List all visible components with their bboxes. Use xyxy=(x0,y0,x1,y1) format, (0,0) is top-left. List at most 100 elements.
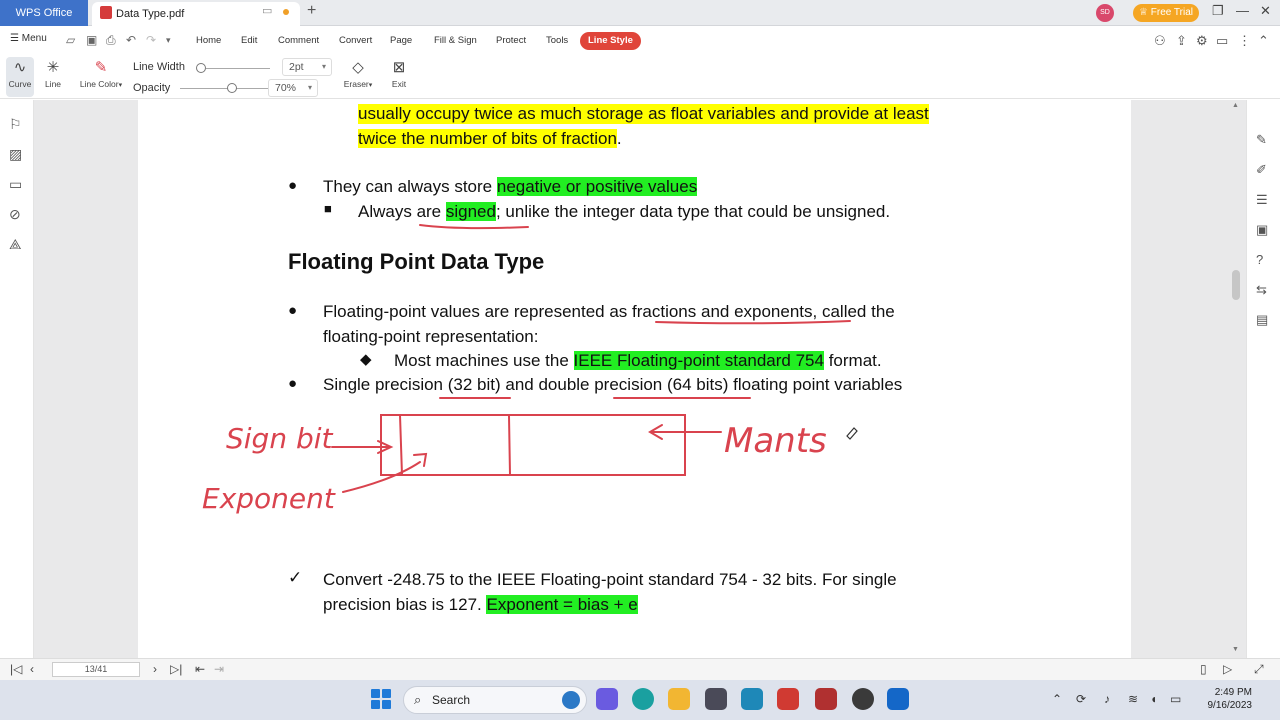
menu-fill-sign[interactable]: Fill & Sign xyxy=(434,35,477,46)
close-icon[interactable]: ✕ xyxy=(1260,3,1271,19)
obs-studio-icon[interactable] xyxy=(852,688,874,710)
edit-icon[interactable]: ✎ xyxy=(1256,132,1267,148)
line-color-tool[interactable]: ✎ Line Color▾ xyxy=(74,57,128,97)
mantissa-handwriting: Mants xyxy=(724,421,827,461)
back-view-icon[interactable]: ⇤ xyxy=(195,662,205,676)
collapse-ribbon-icon[interactable]: ⌃ xyxy=(1258,33,1269,49)
minimize-icon[interactable]: — xyxy=(1236,3,1249,18)
scroll-up-icon[interactable]: ▲ xyxy=(1232,102,1239,109)
wps-writer-icon[interactable] xyxy=(777,688,799,710)
restore-tile-icon[interactable]: ❐ xyxy=(1212,3,1224,19)
eraser-tool[interactable]: ◇ Eraser▾ xyxy=(340,57,376,97)
comment-icon[interactable]: ▭ xyxy=(1216,33,1228,49)
bing-icon[interactable] xyxy=(562,691,580,709)
curve-tool[interactable]: ∿ Curve xyxy=(6,57,34,97)
settings-icon[interactable]: ⚙ xyxy=(1196,33,1208,49)
search-icon: ⌕ xyxy=(414,692,422,707)
undo-icon[interactable]: ↶ xyxy=(126,33,136,47)
exit-label: Exit xyxy=(391,79,407,89)
crop-icon[interactable]: ▣ xyxy=(1256,222,1268,238)
battery-icon[interactable]: ▭ xyxy=(1170,692,1181,706)
line-style-toolbar: ∿ Curve ✳ Line ✎ Line Color▾ Line Width … xyxy=(0,55,1280,99)
fullscreen-icon[interactable]: ⤢ xyxy=(1254,662,1264,677)
account-icon[interactable]: ⚇ xyxy=(1154,33,1166,49)
sync-icon[interactable]: ⟳ xyxy=(1076,692,1086,706)
first-page-icon[interactable]: |◁ xyxy=(10,662,22,676)
opacity-slider-knob[interactable] xyxy=(227,83,237,93)
new-tab-button[interactable]: + xyxy=(307,2,316,20)
pdf-file-icon xyxy=(100,6,112,19)
play-icon[interactable]: ▷ xyxy=(1223,662,1232,676)
menu-home[interactable]: Home xyxy=(196,35,221,46)
print-icon[interactable]: ⎙ xyxy=(106,33,116,48)
taskbar-search[interactable]: ⌕ Search xyxy=(403,686,587,714)
opacity-slider[interactable] xyxy=(180,88,270,89)
previous-page-icon[interactable]: ‹ xyxy=(30,662,34,676)
microsoft-store-icon[interactable] xyxy=(705,688,727,710)
wifi-icon[interactable]: ≋ xyxy=(1128,692,1138,706)
quick-access-dropdown-icon[interactable]: ▾ xyxy=(166,35,171,46)
next-page-icon[interactable]: › xyxy=(153,662,157,676)
sign-bit-handwriting: Sign bit xyxy=(226,422,334,455)
scroll-down-icon[interactable]: ▼ xyxy=(1232,646,1239,653)
last-page-icon[interactable]: ▷| xyxy=(170,662,182,676)
more-icon[interactable]: ⋮ xyxy=(1238,33,1251,49)
attachment-icon[interactable]: ⊘ xyxy=(9,206,21,223)
tab-wps-office[interactable]: WPS Office xyxy=(0,0,88,26)
reading-mode-icon[interactable]: ▯ xyxy=(1200,662,1207,676)
scrollbar-thumb[interactable] xyxy=(1232,270,1240,300)
forward-view-icon[interactable]: ⇥ xyxy=(214,662,224,676)
compress-icon[interactable]: ⇆ xyxy=(1256,282,1267,298)
menu-protect[interactable]: Protect xyxy=(496,35,526,46)
free-trial-button[interactable]: ♕ Free Trial xyxy=(1133,4,1199,22)
open-folder-icon[interactable]: ▱ xyxy=(66,33,75,47)
pdf-page: usually occupy twice as much storage as … xyxy=(138,100,1131,658)
wps-office-icon[interactable] xyxy=(815,688,837,710)
clock-time: 2:49 PM xyxy=(1214,687,1252,698)
exponent-divider xyxy=(508,415,511,476)
line-width-select[interactable]: 2pt ▾ xyxy=(282,58,332,76)
chevron-down-icon: ▾ xyxy=(321,62,326,71)
page-number-field[interactable]: 13/41 xyxy=(52,662,140,677)
menu-line-style[interactable]: Line Style xyxy=(580,32,641,50)
menu-tools[interactable]: Tools xyxy=(546,35,568,46)
menu-edit[interactable]: Edit xyxy=(241,35,257,46)
redo-icon[interactable]: ↷ xyxy=(146,33,156,47)
volume-icon[interactable]: ◖ xyxy=(1150,692,1157,706)
line-color-dropdown-icon: ▾ xyxy=(118,82,123,89)
edge-browser-icon[interactable] xyxy=(632,688,654,710)
windows-taskbar: ⌕ Search ⌃ ⟳ ♪ ≋ ◖ ▭ 2:49 PM 9/16/2023 xyxy=(0,680,1280,720)
save-icon[interactable]: ▣ xyxy=(86,33,97,47)
menu-page[interactable]: Page xyxy=(390,35,412,46)
line-color-label: Line Color xyxy=(79,79,119,89)
main-menu-button[interactable]: ☰ Menu xyxy=(10,33,47,44)
opacity-select[interactable]: 70% ▾ xyxy=(268,79,318,97)
avatar[interactable]: SD xyxy=(1096,4,1114,22)
windows-start-icon[interactable] xyxy=(371,689,391,709)
underline-signed xyxy=(419,224,529,230)
line-width-slider[interactable] xyxy=(206,68,270,69)
exit-tool[interactable]: ⊠ Exit xyxy=(386,57,412,97)
outlook-icon[interactable] xyxy=(887,688,909,710)
annotation-icon[interactable]: ▭ xyxy=(9,176,22,193)
signature-icon[interactable]: ⟁ xyxy=(9,236,22,253)
line-width-slider-knob[interactable] xyxy=(196,63,206,73)
help-icon[interactable]: ? xyxy=(1256,252,1263,267)
share-icon[interactable]: ⇪ xyxy=(1176,33,1187,49)
file-explorer-icon[interactable] xyxy=(668,688,690,710)
bookmark-icon[interactable]: ⚐ xyxy=(9,116,22,133)
thumbnail-icon[interactable]: ▨ xyxy=(9,146,22,163)
document-properties-icon[interactable]: ▤ xyxy=(1256,312,1268,328)
list-icon[interactable]: ☰ xyxy=(1256,192,1268,208)
exponent-handwriting: Exponent xyxy=(202,482,336,515)
microphone-icon[interactable]: ♪ xyxy=(1104,692,1110,706)
monitor-icon[interactable]: ▭ xyxy=(262,4,272,17)
brush-icon[interactable]: ✐ xyxy=(1256,162,1267,178)
tray-overflow-icon[interactable]: ⌃ xyxy=(1052,692,1062,706)
system-clock[interactable]: 2:49 PM 9/16/2023 xyxy=(1192,686,1253,712)
line-tool[interactable]: ✳ Line xyxy=(40,57,66,97)
menu-comment[interactable]: Comment xyxy=(278,35,319,46)
lync-app-icon[interactable] xyxy=(741,688,763,710)
menu-convert[interactable]: Convert xyxy=(339,35,372,46)
teams-chat-icon[interactable] xyxy=(596,688,618,710)
